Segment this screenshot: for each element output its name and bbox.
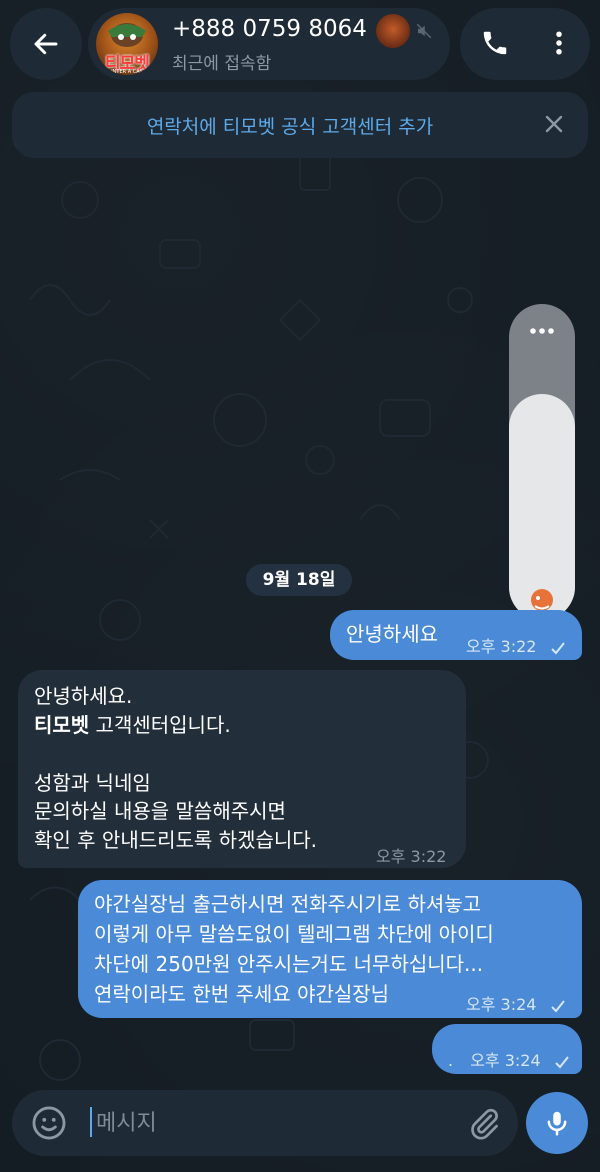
fast-scroller[interactable] <box>509 304 575 620</box>
message-bold-text: 티모벳 <box>34 713 90 737</box>
message-time: 오후 3:24 <box>470 1051 541 1070</box>
double-check-icon <box>550 641 565 654</box>
double-check-icon <box>555 1055 569 1068</box>
message-bubble-outgoing[interactable]: . 오후 3:24 <box>432 1024 582 1074</box>
microphone-button[interactable] <box>526 1092 588 1154</box>
add-contact-banner[interactable]: 연락처에 티모벳 공식 고객센터 추가 <box>12 92 588 158</box>
message-line: 성함과 닉네임 <box>34 771 151 795</box>
message-time: 오후 3:24 <box>466 995 537 1014</box>
message-line: 확인 후 안내드리도록 하겠습니다. <box>34 828 318 852</box>
message-line: 티모벳 고객센터입니다. <box>34 711 231 740</box>
double-check-icon <box>550 999 565 1012</box>
contact-status: 최근에 접속함 <box>172 54 272 74</box>
message-bubble-incoming[interactable]: 안녕하세요. 티모벳 고객센터입니다. 성함과 닉네임 문의하실 내용을 말씀해… <box>18 670 466 868</box>
message-meta: . 오후 3:24 <box>448 1046 574 1075</box>
more-vertical-icon[interactable] <box>544 28 574 58</box>
header-actions <box>460 8 590 80</box>
paperclip-icon[interactable] <box>466 1106 502 1142</box>
back-button[interactable] <box>10 8 82 80</box>
message-meta: 오후 3:22 <box>466 632 570 661</box>
emoji-icon[interactable] <box>30 1104 68 1142</box>
message-text: 안녕하세요 <box>346 622 438 646</box>
close-icon[interactable] <box>542 112 566 136</box>
message-composer <box>12 1090 518 1156</box>
date-separator: 9월 18일 <box>246 564 352 596</box>
message-line: 이렇게 아무 말씀도없이 텔레그램 차단에 아이디 <box>94 922 494 946</box>
message-time: 오후 3:22 <box>376 847 447 866</box>
message-input[interactable] <box>94 1104 458 1142</box>
back-arrow-icon <box>34 33 58 55</box>
message-text: . <box>448 1051 454 1070</box>
avatar[interactable]: 티모벳 INTER A CAS <box>96 13 158 75</box>
message-line: 야간실장님 출근하시면 전화주시기로 하셔놓고 <box>94 892 482 916</box>
message-bubble-outgoing[interactable]: 안녕하세요 오후 3:22 <box>330 610 582 660</box>
microphone-icon <box>547 1111 567 1136</box>
scroller-thumb[interactable] <box>509 394 575 620</box>
scroller-menu[interactable] <box>509 304 575 394</box>
add-contact-link[interactable]: 연락처에 티모벳 공식 고객센터 추가 <box>12 112 528 139</box>
more-horizontal-icon <box>530 328 554 334</box>
message-time: 오후 3:22 <box>466 637 537 656</box>
text-cursor <box>90 1107 92 1137</box>
message-bubble-outgoing[interactable]: 야간실장님 출근하시면 전화주시기로 하셔놓고 이렇게 아무 말씀도없이 텔레그… <box>78 880 582 1018</box>
message-line: 차단에 250만원 안주시는거도 너무하십니다... <box>94 952 484 976</box>
message-text: 고객센터입니다. <box>89 713 231 737</box>
message-meta: 오후 3:24 <box>466 990 570 1019</box>
message-line: 연락이라도 한번 주세요 야간실장님 <box>94 982 390 1006</box>
emoji-status-icon <box>376 14 410 48</box>
avatar-logo-subtext: INTER A CAS <box>111 69 143 75</box>
chat-header[interactable]: 티모벳 INTER A CAS +888 0759 8064 최근에 접속함 <box>88 8 450 80</box>
mute-icon <box>416 23 432 39</box>
phone-icon[interactable] <box>480 28 510 58</box>
message-line: 안녕하세요. <box>34 684 133 708</box>
message-line: 문의하실 내용을 말씀해주시면 <box>34 799 286 823</box>
